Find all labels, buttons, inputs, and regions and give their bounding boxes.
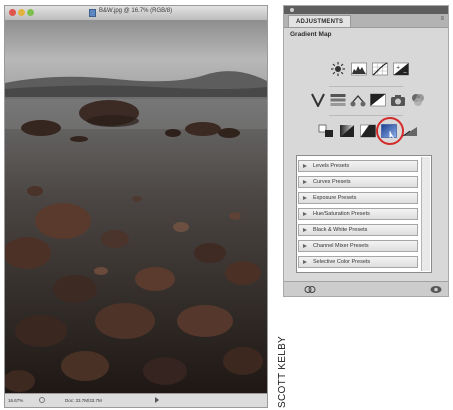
brightness-contrast-icon[interactable]: [330, 62, 346, 76]
landscape-photo: [5, 21, 267, 394]
photo-filter-icon[interactable]: [390, 93, 406, 107]
channel-mixer-icon[interactable]: [410, 93, 426, 107]
color-balance-icon[interactable]: [350, 93, 366, 107]
adjustments-panel: ADJUSTMENTS ≡ Gradient Map + − Levels Pr…: [283, 5, 449, 297]
preset-black-white[interactable]: Black & White Presets: [298, 224, 418, 236]
disclosure-triangle-icon[interactable]: [303, 212, 307, 216]
presets-scrollbar[interactable]: [421, 157, 430, 271]
disclosure-triangle-icon[interactable]: [303, 228, 307, 232]
vibrance-icon[interactable]: [310, 93, 326, 107]
disclosure-triangle-icon[interactable]: [303, 164, 307, 168]
document-title: B&W.jpg @ 16.7% (RGB/8): [99, 8, 173, 14]
svg-text:−: −: [403, 70, 407, 76]
image-canvas[interactable]: [5, 21, 267, 394]
exposure-icon[interactable]: + −: [393, 62, 409, 76]
preset-levels[interactable]: Levels Presets: [298, 160, 418, 172]
zoom-button[interactable]: [27, 9, 34, 16]
panel-topbar[interactable]: [284, 6, 448, 14]
posterize-icon[interactable]: [339, 124, 355, 138]
clip-to-layer-icon[interactable]: [304, 285, 316, 294]
zoom-level[interactable]: 16.67%: [8, 398, 23, 403]
tab-adjustments[interactable]: ADJUSTMENTS: [288, 15, 352, 27]
adjustment-type-title: Gradient Map: [290, 31, 332, 38]
gradient-map-highlight-circle: [376, 117, 404, 145]
disclosure-triangle-icon[interactable]: [303, 260, 307, 264]
preset-hue-saturation[interactable]: Hue/Saturation Presets: [298, 208, 418, 220]
preset-curves[interactable]: Curves Presets: [298, 176, 418, 188]
adjustment-icons-row-2: [310, 93, 426, 107]
disclosure-triangle-icon[interactable]: [303, 196, 307, 200]
panel-footer: [284, 281, 448, 296]
document-titlebar[interactable]: B&W.jpg @ 16.7% (RGB/8): [5, 6, 267, 21]
photo-credit: SCOTT KELBY: [277, 335, 288, 408]
invert-icon[interactable]: [318, 124, 334, 138]
minimize-button[interactable]: [18, 9, 25, 16]
icon-divider: [329, 115, 403, 116]
toggle-visibility-icon[interactable]: [430, 285, 442, 294]
levels-icon[interactable]: [351, 62, 367, 76]
preset-selective-color[interactable]: Selective Color Presets: [298, 256, 418, 268]
status-menu-arrow-icon[interactable]: [155, 397, 159, 403]
icon-divider: [329, 86, 403, 87]
hue-saturation-icon[interactable]: [330, 93, 346, 107]
document-status-bar: 16.67% Doc: 33.7M/33.7M: [5, 393, 267, 407]
preset-exposure[interactable]: Exposure Presets: [298, 192, 418, 204]
panel-close-icon[interactable]: [290, 8, 294, 12]
disclosure-triangle-icon[interactable]: [303, 180, 307, 184]
selective-color-icon[interactable]: [402, 124, 418, 138]
disclosure-triangle-icon[interactable]: [303, 244, 307, 248]
panel-tab-row: ADJUSTMENTS ≡: [284, 14, 448, 28]
close-button[interactable]: [9, 9, 16, 16]
document-window: B&W.jpg @ 16.7% (RGB/8) 16.67% Doc: 33.7…: [4, 5, 268, 408]
threshold-icon[interactable]: [360, 124, 376, 138]
panel-menu-icon[interactable]: ≡: [440, 16, 444, 22]
presets-list: Levels Presets Curves Presets Exposure P…: [296, 155, 432, 273]
document-size-info: Doc: 33.7M/33.7M: [65, 398, 102, 403]
curves-icon[interactable]: [372, 62, 388, 76]
document-icon: [89, 9, 96, 17]
preset-channel-mixer[interactable]: Channel Mixer Presets: [298, 240, 418, 252]
black-white-icon[interactable]: [370, 93, 386, 107]
adjustment-icons-row-1: + −: [330, 62, 409, 76]
navigator-icon[interactable]: [39, 397, 45, 403]
svg-text:+: +: [396, 65, 400, 71]
